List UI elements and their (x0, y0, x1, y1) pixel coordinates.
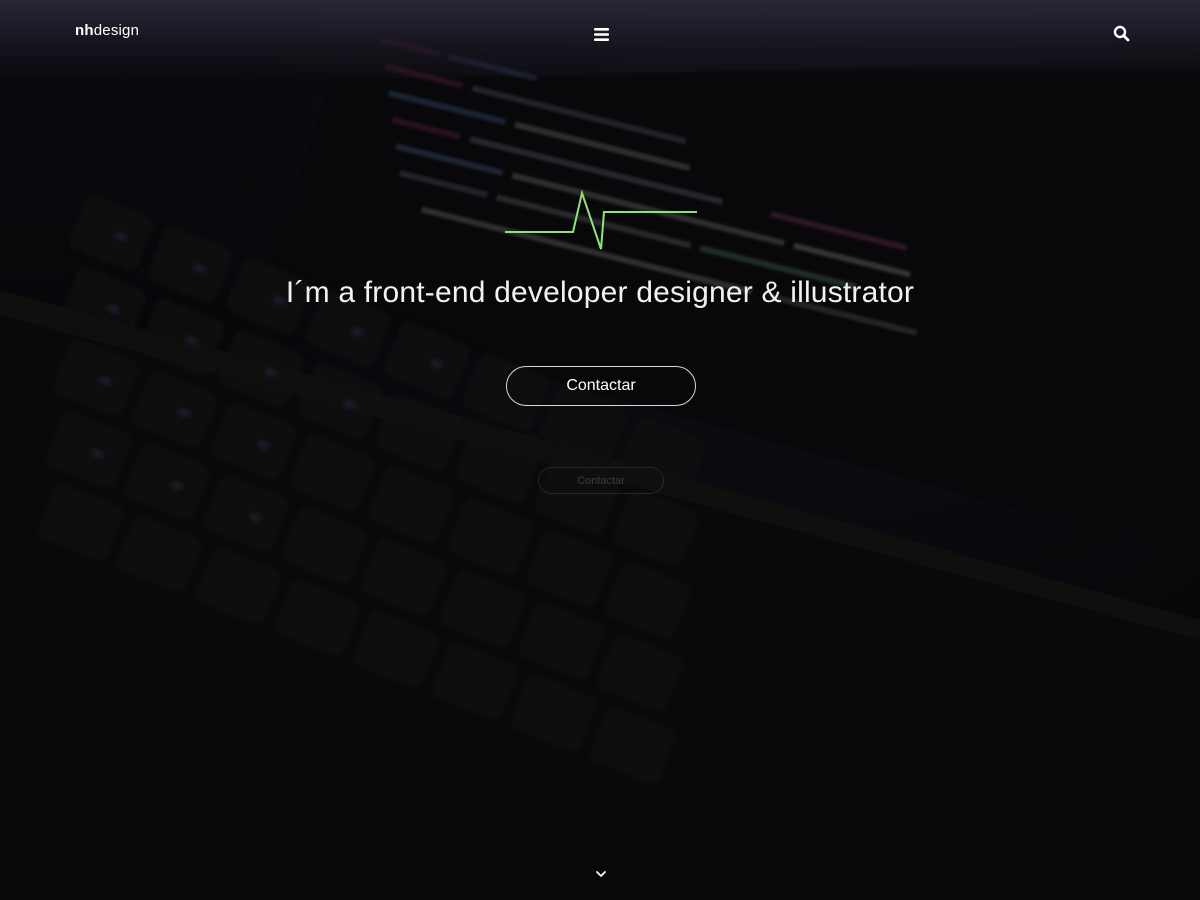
search-icon[interactable] (1112, 24, 1132, 44)
chevron-down-icon[interactable] (594, 866, 608, 880)
contact-button[interactable]: Contactar (506, 366, 696, 406)
logo-text: design (93, 22, 140, 39)
hero-headline: I´m a front-end developer designer & ill… (285, 276, 915, 309)
background-image (0, 0, 1200, 900)
top-navigation-bar: nhdesign (0, 0, 1200, 80)
pulse-line-icon (505, 189, 697, 250)
logo-strong-text: nh (75, 22, 94, 39)
site-logo[interactable]: nhdesign (75, 22, 139, 39)
landing-page: nhdesign I´m a front-end developer desig… (0, 0, 1200, 900)
contact-button-reflection: Contactar (538, 467, 664, 494)
hamburger-menu-icon[interactable] (592, 25, 612, 45)
